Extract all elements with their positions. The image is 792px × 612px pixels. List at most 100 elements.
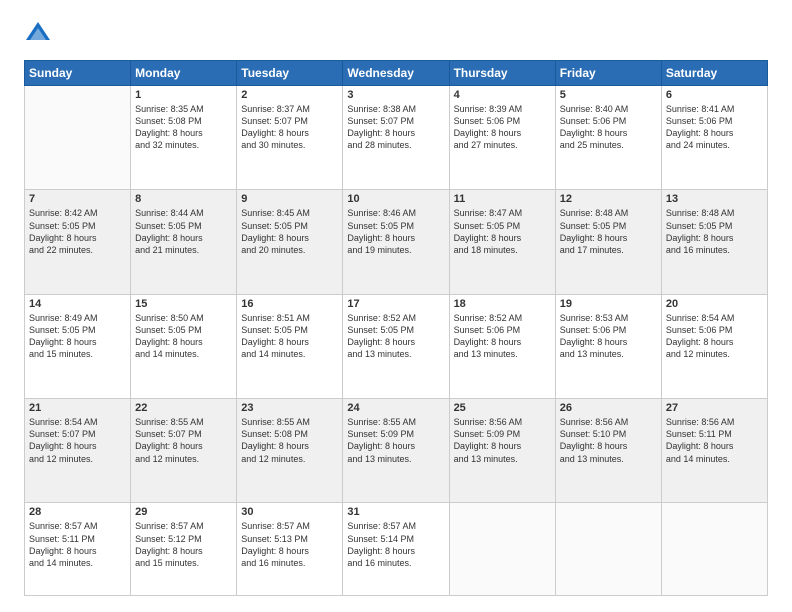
table-row: 17 Sunrise: 8:52 AM Sunset: 5:05 PM Dayli…: [343, 294, 449, 398]
table-row: 20 Sunrise: 8:54 AM Sunset: 5:06 PM Dayli…: [661, 294, 767, 398]
table-row: 24 Sunrise: 8:55 AM Sunset: 5:09 PM Dayli…: [343, 399, 449, 503]
day-info: Sunrise: 8:57 AM Sunset: 5:14 PM Dayligh…: [347, 520, 444, 569]
calendar-week-row: 14 Sunrise: 8:49 AM Sunset: 5:05 PM Dayli…: [25, 294, 768, 398]
day-number: 16: [241, 298, 338, 310]
day-number: 3: [347, 89, 444, 101]
day-info: Sunrise: 8:57 AM Sunset: 5:13 PM Dayligh…: [241, 520, 338, 569]
day-number: 18: [454, 298, 551, 310]
day-info: Sunrise: 8:38 AM Sunset: 5:07 PM Dayligh…: [347, 103, 444, 152]
day-number: 10: [347, 193, 444, 205]
day-number: 11: [454, 193, 551, 205]
day-info: Sunrise: 8:49 AM Sunset: 5:05 PM Dayligh…: [29, 312, 126, 361]
day-info: Sunrise: 8:35 AM Sunset: 5:08 PM Dayligh…: [135, 103, 232, 152]
day-info: Sunrise: 8:56 AM Sunset: 5:10 PM Dayligh…: [560, 416, 657, 465]
day-number: 21: [29, 402, 126, 414]
table-row: 29 Sunrise: 8:57 AM Sunset: 5:12 PM Dayli…: [131, 503, 237, 596]
col-header-friday: Friday: [555, 61, 661, 86]
col-header-tuesday: Tuesday: [237, 61, 343, 86]
table-row: [661, 503, 767, 596]
day-info: Sunrise: 8:55 AM Sunset: 5:07 PM Dayligh…: [135, 416, 232, 465]
table-row: 30 Sunrise: 8:57 AM Sunset: 5:13 PM Dayli…: [237, 503, 343, 596]
header: [24, 20, 768, 48]
col-header-saturday: Saturday: [661, 61, 767, 86]
day-info: Sunrise: 8:41 AM Sunset: 5:06 PM Dayligh…: [666, 103, 763, 152]
table-row: 4 Sunrise: 8:39 AM Sunset: 5:06 PM Daylig…: [449, 86, 555, 190]
calendar-week-row: 21Sunrise: 8:54 AM Sunset: 5:07 PM Dayli…: [25, 399, 768, 503]
table-row: 2 Sunrise: 8:37 AM Sunset: 5:07 PM Daylig…: [237, 86, 343, 190]
day-number: 5: [560, 89, 657, 101]
table-row: 14 Sunrise: 8:49 AM Sunset: 5:05 PM Dayli…: [25, 294, 131, 398]
day-info: Sunrise: 8:42 AM Sunset: 5:05 PM Dayligh…: [29, 207, 126, 256]
day-number: 19: [560, 298, 657, 310]
table-row: 21Sunrise: 8:54 AM Sunset: 5:07 PM Dayli…: [25, 399, 131, 503]
table-row: 7 Sunrise: 8:42 AM Sunset: 5:05 PM Daylig…: [25, 190, 131, 294]
day-number: 14: [29, 298, 126, 310]
day-info: Sunrise: 8:48 AM Sunset: 5:05 PM Dayligh…: [666, 207, 763, 256]
logo-icon: [24, 20, 52, 48]
calendar-week-row: 1Sunrise: 8:35 AM Sunset: 5:08 PM Daylig…: [25, 86, 768, 190]
day-number: 4: [454, 89, 551, 101]
table-row: 18 Sunrise: 8:52 AM Sunset: 5:06 PM Dayli…: [449, 294, 555, 398]
calendar-header-row: SundayMondayTuesdayWednesdayThursdayFrid…: [25, 61, 768, 86]
day-number: 25: [454, 402, 551, 414]
day-number: 17: [347, 298, 444, 310]
table-row: 22Sunrise: 8:55 AM Sunset: 5:07 PM Dayli…: [131, 399, 237, 503]
table-row: 8 Sunrise: 8:44 AM Sunset: 5:05 PM Daylig…: [131, 190, 237, 294]
day-number: 20: [666, 298, 763, 310]
table-row: 1Sunrise: 8:35 AM Sunset: 5:08 PM Daylig…: [131, 86, 237, 190]
day-number: 8: [135, 193, 232, 205]
day-number: 30: [241, 506, 338, 518]
day-number: 31: [347, 506, 444, 518]
table-row: 13 Sunrise: 8:48 AM Sunset: 5:05 PM Dayli…: [661, 190, 767, 294]
table-row: 10 Sunrise: 8:46 AM Sunset: 5:05 PM Dayli…: [343, 190, 449, 294]
day-number: 2: [241, 89, 338, 101]
day-info: Sunrise: 8:46 AM Sunset: 5:05 PM Dayligh…: [347, 207, 444, 256]
table-row: 26Sunrise: 8:56 AM Sunset: 5:10 PM Dayli…: [555, 399, 661, 503]
day-info: Sunrise: 8:54 AM Sunset: 5:06 PM Dayligh…: [666, 312, 763, 361]
table-row: 6Sunrise: 8:41 AM Sunset: 5:06 PM Daylig…: [661, 86, 767, 190]
day-info: Sunrise: 8:56 AM Sunset: 5:09 PM Dayligh…: [454, 416, 551, 465]
day-info: Sunrise: 8:39 AM Sunset: 5:06 PM Dayligh…: [454, 103, 551, 152]
table-row: 25 Sunrise: 8:56 AM Sunset: 5:09 PM Dayli…: [449, 399, 555, 503]
table-row: 23Sunrise: 8:55 AM Sunset: 5:08 PM Dayli…: [237, 399, 343, 503]
day-number: 23: [241, 402, 338, 414]
day-info: Sunrise: 8:47 AM Sunset: 5:05 PM Dayligh…: [454, 207, 551, 256]
calendar-table: SundayMondayTuesdayWednesdayThursdayFrid…: [24, 60, 768, 596]
day-info: Sunrise: 8:50 AM Sunset: 5:05 PM Dayligh…: [135, 312, 232, 361]
day-number: 15: [135, 298, 232, 310]
day-info: Sunrise: 8:57 AM Sunset: 5:12 PM Dayligh…: [135, 520, 232, 569]
col-header-thursday: Thursday: [449, 61, 555, 86]
day-number: 9: [241, 193, 338, 205]
day-number: 13: [666, 193, 763, 205]
page: SundayMondayTuesdayWednesdayThursdayFrid…: [0, 0, 792, 612]
table-row: [449, 503, 555, 596]
day-number: 29: [135, 506, 232, 518]
logo: [24, 20, 56, 48]
day-info: Sunrise: 8:51 AM Sunset: 5:05 PM Dayligh…: [241, 312, 338, 361]
table-row: 5 Sunrise: 8:40 AM Sunset: 5:06 PM Daylig…: [555, 86, 661, 190]
table-row: [555, 503, 661, 596]
col-header-sunday: Sunday: [25, 61, 131, 86]
col-header-monday: Monday: [131, 61, 237, 86]
day-info: Sunrise: 8:44 AM Sunset: 5:05 PM Dayligh…: [135, 207, 232, 256]
day-info: Sunrise: 8:55 AM Sunset: 5:09 PM Dayligh…: [347, 416, 444, 465]
table-row: 15 Sunrise: 8:50 AM Sunset: 5:05 PM Dayli…: [131, 294, 237, 398]
day-number: 27: [666, 402, 763, 414]
day-number: 24: [347, 402, 444, 414]
table-row: 31 Sunrise: 8:57 AM Sunset: 5:14 PM Dayli…: [343, 503, 449, 596]
table-row: [25, 86, 131, 190]
table-row: 3 Sunrise: 8:38 AM Sunset: 5:07 PM Daylig…: [343, 86, 449, 190]
day-info: Sunrise: 8:45 AM Sunset: 5:05 PM Dayligh…: [241, 207, 338, 256]
table-row: 19Sunrise: 8:53 AM Sunset: 5:06 PM Dayli…: [555, 294, 661, 398]
day-info: Sunrise: 8:40 AM Sunset: 5:06 PM Dayligh…: [560, 103, 657, 152]
table-row: 9 Sunrise: 8:45 AM Sunset: 5:05 PM Daylig…: [237, 190, 343, 294]
day-info: Sunrise: 8:37 AM Sunset: 5:07 PM Dayligh…: [241, 103, 338, 152]
day-info: Sunrise: 8:52 AM Sunset: 5:06 PM Dayligh…: [454, 312, 551, 361]
day-number: 7: [29, 193, 126, 205]
day-info: Sunrise: 8:48 AM Sunset: 5:05 PM Dayligh…: [560, 207, 657, 256]
day-number: 28: [29, 506, 126, 518]
day-info: Sunrise: 8:52 AM Sunset: 5:05 PM Dayligh…: [347, 312, 444, 361]
calendar-week-row: 28Sunrise: 8:57 AM Sunset: 5:11 PM Dayli…: [25, 503, 768, 596]
table-row: 27Sunrise: 8:56 AM Sunset: 5:11 PM Dayli…: [661, 399, 767, 503]
table-row: 16 Sunrise: 8:51 AM Sunset: 5:05 PM Dayli…: [237, 294, 343, 398]
